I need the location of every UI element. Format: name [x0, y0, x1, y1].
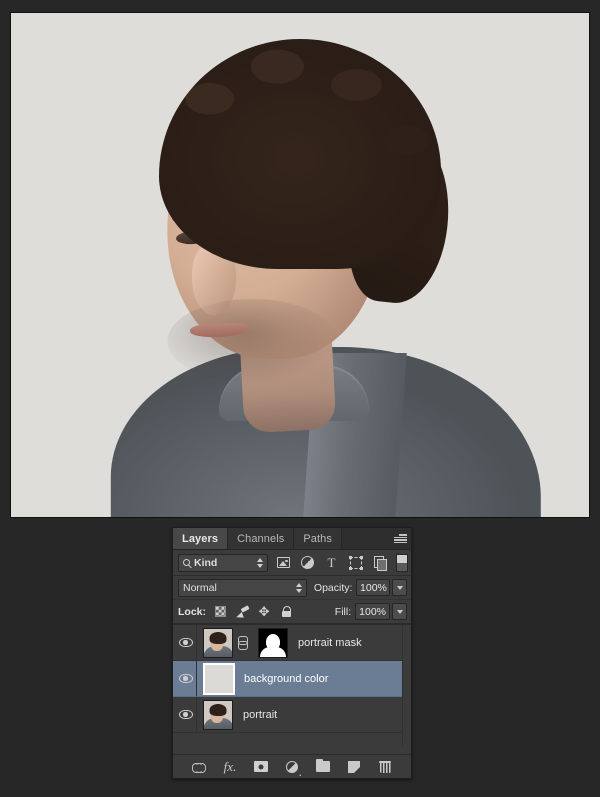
delete-layer-button[interactable] [376, 758, 394, 776]
layer-thumbnail[interactable] [203, 662, 235, 695]
tab-channels-label: Channels [237, 532, 285, 545]
mask-link-icon[interactable] [236, 635, 248, 650]
filter-enable-toggle[interactable] [396, 553, 408, 572]
selection-brackets-icon [205, 665, 233, 693]
eye-icon [178, 710, 193, 719]
filter-type-layers-icon[interactable]: T [322, 554, 341, 572]
link-layers-button[interactable] [190, 758, 208, 776]
opacity-label: Opacity: [313, 581, 353, 594]
tab-bar-filler [342, 528, 389, 549]
tab-layers[interactable]: Layers [173, 528, 229, 549]
type-t-glyph: T [327, 555, 336, 570]
filter-icon-group: T [274, 554, 389, 572]
photoshop-window: Layers Channels Paths Kind T Normal Opac… [0, 0, 600, 797]
tab-channels[interactable]: Channels [228, 528, 295, 549]
lock-transparent-pixels-icon[interactable] [213, 605, 227, 619]
opacity-dropdown-arrow[interactable] [392, 579, 407, 596]
new-layer-button[interactable] [345, 758, 363, 776]
layer-thumbnail[interactable] [203, 627, 233, 658]
filter-shape-layers-icon[interactable] [346, 554, 365, 572]
tab-paths[interactable]: Paths [294, 528, 342, 549]
portrait-photo [11, 13, 589, 517]
filter-pixel-layers-icon[interactable] [274, 554, 293, 572]
new-group-button[interactable] [314, 758, 332, 776]
layer-mask-thumbnail[interactable] [258, 627, 288, 658]
layer-name[interactable]: portrait [243, 709, 277, 721]
layer-visibility-toggle[interactable] [175, 697, 197, 732]
lock-icon-group: ✥ [213, 605, 293, 619]
layer-visibility-toggle[interactable] [175, 625, 197, 660]
layer-list-scrollbar[interactable] [402, 625, 411, 746]
eye-icon [178, 674, 193, 683]
search-icon [183, 559, 190, 566]
fill-label: Fill: [334, 605, 352, 618]
chevron-updown-icon [257, 557, 263, 568]
layer-list[interactable]: portrait mask background color portrait [173, 624, 411, 746]
new-adjustment-layer-button[interactable] [283, 758, 302, 779]
layer-thumbs [197, 662, 235, 695]
layer-thumbnail[interactable] [203, 699, 233, 730]
layer-visibility-toggle[interactable] [175, 661, 197, 696]
table-row[interactable]: background color [173, 661, 411, 697]
filter-smart-object-icon[interactable] [370, 554, 389, 572]
opacity-value[interactable]: 100% [356, 579, 391, 596]
tab-layers-label: Layers [182, 532, 219, 545]
panel-menu-button[interactable] [389, 528, 411, 549]
subject-hair [159, 39, 441, 269]
layer-name[interactable]: portrait mask [298, 637, 362, 649]
blend-mode-row: Normal Opacity: 100% [173, 576, 411, 600]
lock-row: Lock: ✥ Fill: 100% [173, 600, 411, 624]
eye-icon [178, 638, 193, 647]
table-row[interactable]: portrait mask [173, 625, 411, 661]
layer-name[interactable]: background color [244, 673, 328, 685]
blend-mode-value: Normal [183, 581, 217, 594]
layer-thumbs [197, 699, 233, 730]
filter-kind-label: Kind [194, 556, 218, 569]
tab-paths-label: Paths [303, 532, 332, 545]
subject-stubble [167, 299, 338, 383]
fill-group: Fill: 100% [328, 603, 407, 620]
fill-dropdown-arrow[interactable] [392, 603, 407, 620]
panel-tab-bar: Layers Channels Paths [173, 528, 411, 550]
document-canvas[interactable] [10, 12, 590, 518]
add-layer-mask-button[interactable] [252, 758, 270, 776]
chevron-updown-icon [295, 582, 302, 593]
layer-thumbs [197, 627, 288, 658]
lock-image-pixels-icon[interactable] [235, 605, 249, 619]
filter-kind-dropdown[interactable]: Kind [178, 553, 268, 572]
filter-adjustment-layers-icon[interactable] [298, 554, 317, 572]
layers-panel-footer: fx [173, 754, 411, 779]
lock-all-icon[interactable] [279, 605, 293, 619]
fill-value[interactable]: 100% [355, 603, 390, 620]
lock-label: Lock: [178, 605, 207, 618]
layer-style-fx-button[interactable]: fx [221, 758, 239, 776]
fx-label: fx [224, 759, 237, 775]
panel-menu-icon [393, 534, 407, 543]
layer-filter-row: Kind T [173, 550, 411, 576]
blend-mode-dropdown[interactable]: Normal [178, 578, 307, 597]
layers-panel: Layers Channels Paths Kind T Normal Opac… [172, 527, 412, 779]
lock-position-icon[interactable]: ✥ [257, 605, 271, 619]
table-row[interactable]: portrait [173, 697, 411, 733]
